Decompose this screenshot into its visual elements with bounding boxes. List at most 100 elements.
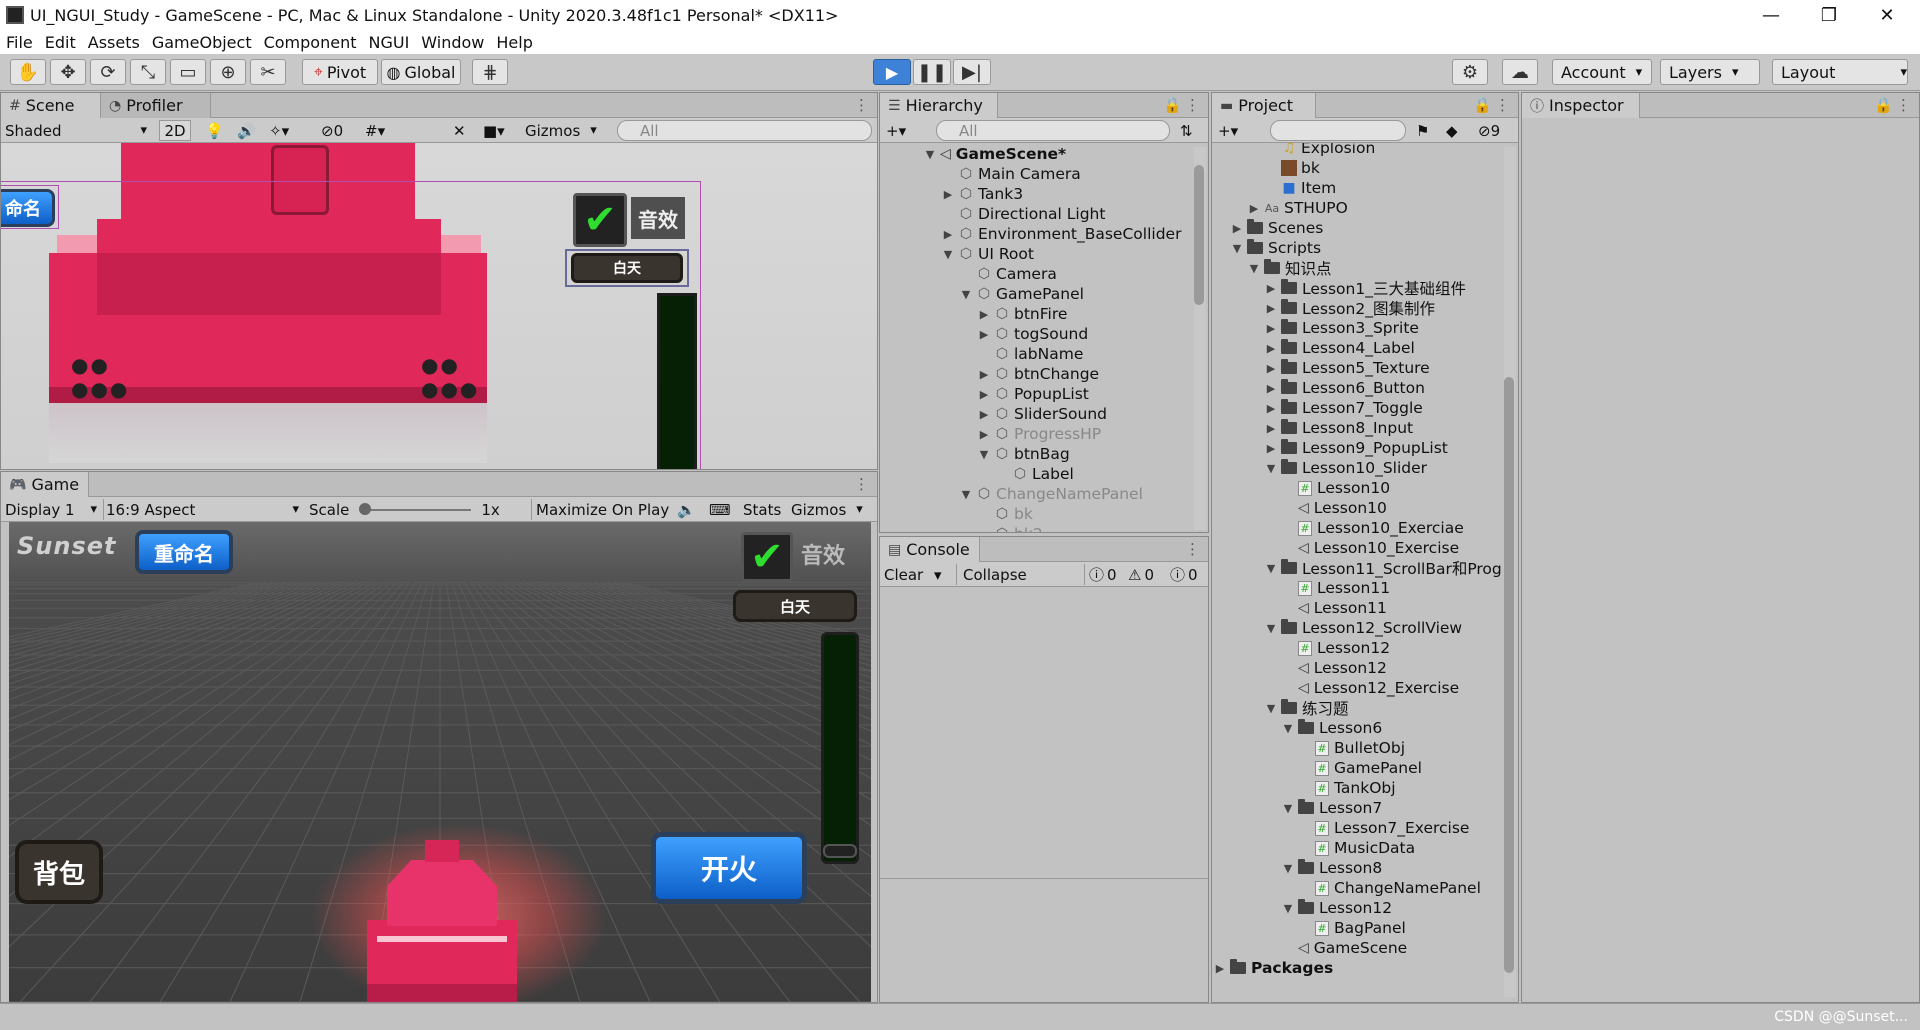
account-dropdown[interactable]: Account: [1552, 59, 1652, 85]
expanded-arrow-icon[interactable]: ▼: [1265, 622, 1277, 635]
project-item[interactable]: # Lesson12: [1282, 638, 1390, 658]
collapsed-arrow-icon[interactable]: ▶: [942, 188, 954, 201]
gizmos-dropdown[interactable]: Gizmos: [525, 120, 607, 141]
pivot-toggle[interactable]: ⌖ Pivot: [302, 59, 378, 85]
log-count[interactable]: ⓘ 0: [1084, 564, 1124, 585]
collapsed-arrow-icon[interactable]: ▶: [1214, 962, 1226, 975]
menu-component[interactable]: Component: [258, 33, 363, 52]
project-item[interactable]: ▼ 知识点: [1248, 258, 1332, 278]
layers-dropdown[interactable]: Layers: [1660, 59, 1760, 85]
transform-tool-icon[interactable]: ⊕: [210, 59, 246, 85]
project-item[interactable]: ◁ Lesson12_Exercise: [1282, 678, 1459, 698]
collapsed-arrow-icon[interactable]: ▶: [978, 328, 990, 341]
project-item[interactable]: bk: [1265, 158, 1320, 178]
hierarchy-item[interactable]: ▶ ⬡ btnFire: [978, 304, 1068, 324]
hierarchy-item[interactable]: ⬡ Directional Light: [942, 204, 1106, 224]
project-item[interactable]: ▶ Scenes: [1231, 218, 1323, 238]
project-item[interactable]: ▶ Lesson5_Texture: [1265, 358, 1430, 378]
collapse-toggle[interactable]: Collapse: [956, 564, 1056, 585]
hierarchy-item[interactable]: ▼ ⬡ ChangeNamePanel: [960, 484, 1143, 504]
expanded-arrow-icon[interactable]: ▼: [1282, 902, 1294, 915]
game-menu-icon[interactable]: ⋮: [854, 475, 869, 493]
sort-icon[interactable]: ⇅: [1180, 120, 1200, 141]
sound-slider[interactable]: [821, 632, 859, 864]
collapsed-arrow-icon[interactable]: ▶: [1265, 402, 1277, 415]
expanded-arrow-icon[interactable]: ▼: [1248, 262, 1260, 275]
clear-options-dropdown[interactable]: ▾: [934, 564, 954, 585]
collapsed-arrow-icon[interactable]: ▶: [978, 368, 990, 381]
move-tool-icon[interactable]: ✥: [50, 59, 86, 85]
stats-toggle[interactable]: Stats: [739, 499, 785, 520]
expanded-arrow-icon[interactable]: ▼: [1265, 562, 1277, 575]
tools-icon[interactable]: ✕: [453, 120, 473, 141]
project-search-input[interactable]: [1270, 120, 1406, 141]
project-item[interactable]: ▼ Scripts: [1231, 238, 1321, 258]
project-item[interactable]: ▼ Lesson7: [1282, 798, 1382, 818]
project-item[interactable]: ◁ Lesson11: [1282, 598, 1387, 618]
collapsed-arrow-icon[interactable]: ▶: [1265, 422, 1277, 435]
tab-scene[interactable]: # Scene: [1, 93, 101, 118]
create-dropdown[interactable]: +▾: [886, 120, 920, 141]
aspect-dropdown[interactable]: 16:9 Aspect: [103, 499, 299, 520]
hidden-packages-toggle[interactable]: ⊘ 9: [1478, 120, 1512, 141]
hierarchy-item[interactable]: ▶ ⬡ Tank3: [942, 184, 1023, 204]
effects-icon[interactable]: ✧▾: [269, 120, 305, 141]
hierarchy-item[interactable]: ▶ ⬡ Environment_BaseCollider: [942, 224, 1182, 244]
scene-viewport[interactable]: ●● ●●● ●● ●●● 命名 ✔ 音效 白天: [1, 143, 877, 469]
collapsed-arrow-icon[interactable]: ▶: [1265, 342, 1277, 355]
project-item[interactable]: # ChangeNamePanel: [1299, 878, 1481, 898]
collapsed-arrow-icon[interactable]: ▶: [1265, 302, 1277, 315]
scene-menu-icon[interactable]: ⋮: [854, 96, 869, 114]
project-lock-icon[interactable]: 🔒: [1473, 96, 1492, 114]
tab-inspector[interactable]: ⓘ Inspector: [1522, 93, 1640, 118]
project-item[interactable]: ▶ Lesson3_Sprite: [1265, 318, 1419, 338]
project-item[interactable]: # TankObj: [1299, 778, 1396, 798]
scale-tool-icon[interactable]: ⤡: [130, 59, 166, 85]
scale-slider[interactable]: Scale 1x: [309, 499, 529, 520]
layout-dropdown[interactable]: Layout: [1772, 59, 1908, 85]
project-item[interactable]: # Lesson10: [1282, 478, 1390, 498]
expanded-arrow-icon[interactable]: ▼: [960, 288, 972, 301]
shading-dropdown[interactable]: Shaded: [5, 120, 147, 141]
inspector-menu-icon[interactable]: ⋮: [1896, 96, 1911, 114]
filter-label-icon[interactable]: ◆: [1446, 120, 1466, 141]
hierarchy-item[interactable]: ▼ ⬡ btnBag: [978, 444, 1070, 464]
project-item[interactable]: # BulletObj: [1299, 738, 1405, 758]
hierarchy-item[interactable]: ▼ ⬡ GamePanel: [960, 284, 1084, 304]
hierarchy-item[interactable]: ▶ ⬡ ProgressHP: [978, 424, 1101, 444]
camera-icon[interactable]: ■▾: [483, 120, 517, 141]
project-item[interactable]: ▼ Lesson12_ScrollView: [1265, 618, 1462, 638]
game-gizmos-dropdown[interactable]: Gizmos: [791, 499, 875, 520]
lighting-icon[interactable]: 💡: [205, 120, 225, 141]
project-item[interactable]: ▶ Lesson9_PopupList: [1265, 438, 1448, 458]
maximize-button[interactable]: ❐: [1800, 0, 1858, 30]
grid-snap-icon[interactable]: ⋕: [472, 59, 508, 85]
hierarchy-item[interactable]: ▶ ⬡ SliderSound: [978, 404, 1107, 424]
hierarchy-scrollbar[interactable]: [1194, 147, 1206, 530]
tab-profiler[interactable]: ◔ Profiler: [101, 93, 211, 118]
expanded-arrow-icon[interactable]: ▼: [1265, 462, 1277, 475]
hierarchy-item[interactable]: ⬡ labName: [978, 344, 1084, 364]
hierarchy-item[interactable]: ▼ ⬡ UI Root: [942, 244, 1034, 264]
day-popup-list[interactable]: 白天: [733, 590, 857, 622]
project-item[interactable]: ▼ 练习题: [1265, 698, 1349, 718]
maximize-on-play-toggle[interactable]: Maximize On Play: [531, 499, 671, 520]
project-item[interactable]: ▶ Lesson6_Button: [1265, 378, 1425, 398]
rotate-tool-icon[interactable]: ⟳: [90, 59, 126, 85]
collapsed-arrow-icon[interactable]: ▶: [978, 428, 990, 441]
warning-count[interactable]: ⚠ 0: [1128, 564, 1168, 585]
menu-help[interactable]: Help: [490, 33, 538, 52]
collapsed-arrow-icon[interactable]: ▶: [978, 388, 990, 401]
project-item[interactable]: ▶ Lesson7_Toggle: [1265, 398, 1423, 418]
scale-thumb[interactable]: [359, 502, 372, 515]
expanded-arrow-icon[interactable]: ▼: [1265, 702, 1277, 715]
close-button[interactable]: ✕: [1858, 0, 1916, 30]
expanded-arrow-icon[interactable]: ▼: [1282, 862, 1294, 875]
project-item[interactable]: ▶ Aa STHUPO: [1248, 198, 1348, 218]
expanded-arrow-icon[interactable]: ▼: [942, 248, 954, 261]
collapsed-arrow-icon[interactable]: ▶: [1265, 362, 1277, 375]
sound-toggle-check-icon[interactable]: ✔: [741, 532, 793, 582]
hand-tool-icon[interactable]: ✋: [10, 59, 46, 85]
project-item[interactable]: ▶ Lesson1_三大基础组件: [1265, 278, 1466, 298]
project-item[interactable]: ▶ Lesson4_Label: [1265, 338, 1415, 358]
